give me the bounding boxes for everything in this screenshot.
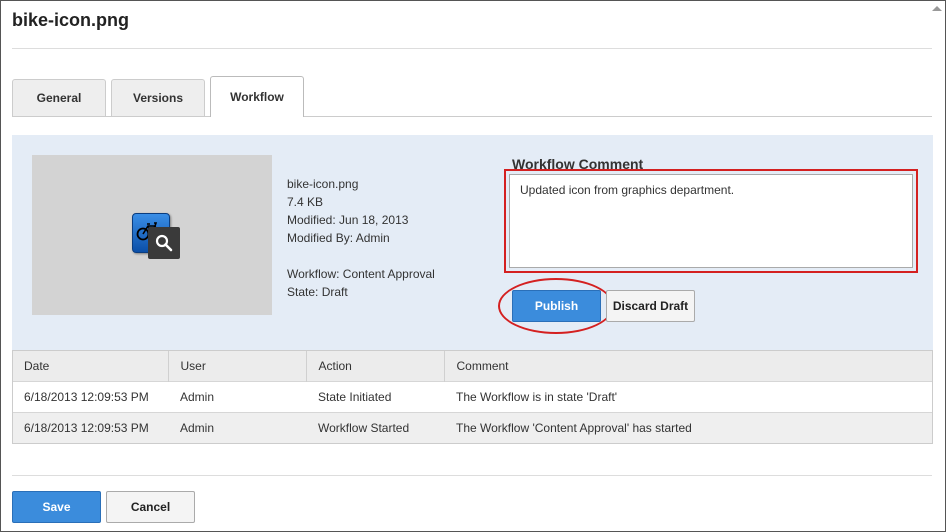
workflow-panel: bike-icon.png 7.4 KB Modified: Jun 18, 2… [12, 135, 933, 350]
table-row[interactable]: 6/18/2013 12:09:53 PM Admin State Initia… [12, 381, 933, 413]
publish-highlight [498, 278, 614, 334]
discard-draft-button[interactable]: Discard Draft [606, 290, 695, 322]
title-divider [12, 48, 932, 49]
file-name: bike-icon.png [287, 177, 359, 191]
cancel-button[interactable]: Cancel [106, 491, 195, 523]
workflow-comment-input[interactable]: Updated icon from graphics department. [509, 174, 913, 268]
table-header-row: Date User Action Comment [12, 350, 933, 382]
file-size: 7.4 KB [287, 195, 324, 209]
tab-divider [12, 116, 932, 117]
tab-versions[interactable]: Versions [111, 79, 205, 116]
cell-action: State Initiated [306, 381, 444, 413]
tab-workflow[interactable]: Workflow [210, 76, 304, 117]
table-row[interactable]: 6/18/2013 12:09:53 PM Admin Workflow Sta… [12, 412, 933, 444]
column-header-date[interactable]: Date [12, 350, 169, 382]
cell-action: Workflow Started [306, 412, 444, 444]
tab-general[interactable]: General [12, 79, 106, 116]
column-header-action[interactable]: Action [306, 350, 445, 382]
save-button[interactable]: Save [12, 491, 101, 523]
file-modified-by: Modified By: Admin [287, 231, 390, 245]
footer-divider [12, 475, 932, 476]
file-workflow: Workflow: Content Approval [287, 267, 435, 281]
cell-date: 6/18/2013 12:09:53 PM [12, 412, 168, 444]
file-state: State: Draft [287, 285, 348, 299]
file-info: bike-icon.png 7.4 KB Modified: Jun 18, 2… [287, 175, 435, 301]
file-modified: Modified: Jun 18, 2013 [287, 213, 409, 227]
column-header-user[interactable]: User [168, 350, 307, 382]
image-preview [32, 155, 272, 315]
dialog-title: bike-icon.png [12, 10, 129, 30]
magnifier-icon[interactable] [148, 227, 180, 259]
cell-user: Admin [168, 412, 306, 444]
scroll-up-icon[interactable] [931, 1, 945, 15]
cell-date: 6/18/2013 12:09:53 PM [12, 381, 168, 413]
cell-comment: The Workflow is in state 'Draft' [444, 381, 933, 413]
cell-user: Admin [168, 381, 306, 413]
workflow-history-table: Date User Action Comment 6/18/2013 12:09… [12, 350, 933, 444]
cell-comment: The Workflow 'Content Approval' has star… [444, 412, 933, 444]
workflow-comment-highlight: Updated icon from graphics department. [504, 169, 918, 273]
column-header-comment[interactable]: Comment [444, 350, 933, 382]
